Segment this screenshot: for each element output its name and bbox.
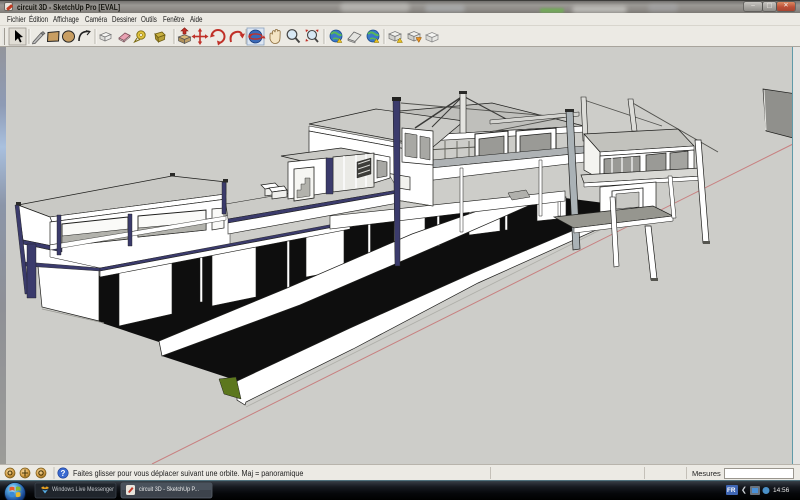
svg-text:?: ? [61, 469, 66, 478]
